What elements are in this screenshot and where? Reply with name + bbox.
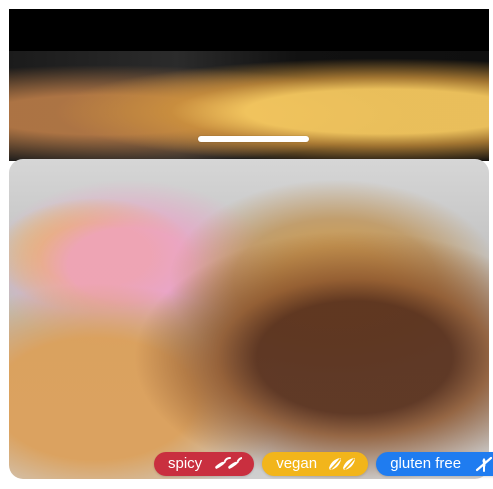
burger-photo-card[interactable] [9, 159, 489, 479]
leaf-icon [325, 455, 358, 473]
background-food-photo [9, 51, 489, 161]
wheat-slash-icon [469, 455, 493, 473]
tag-spicy[interactable]: spicy [154, 452, 255, 476]
tag-vegan-label: vegan [276, 455, 318, 472]
top-black-bar [9, 9, 489, 51]
dietary-tags: spicy vegan gluten free [154, 451, 493, 477]
tag-gluten-free[interactable]: gluten free [376, 452, 493, 476]
tag-gluten-free-label: gluten free [390, 455, 462, 472]
chili-pepper-icon [210, 455, 244, 473]
home-indicator [198, 136, 309, 142]
tag-vegan[interactable]: vegan [262, 452, 369, 476]
tag-spicy-label: spicy [168, 455, 203, 472]
